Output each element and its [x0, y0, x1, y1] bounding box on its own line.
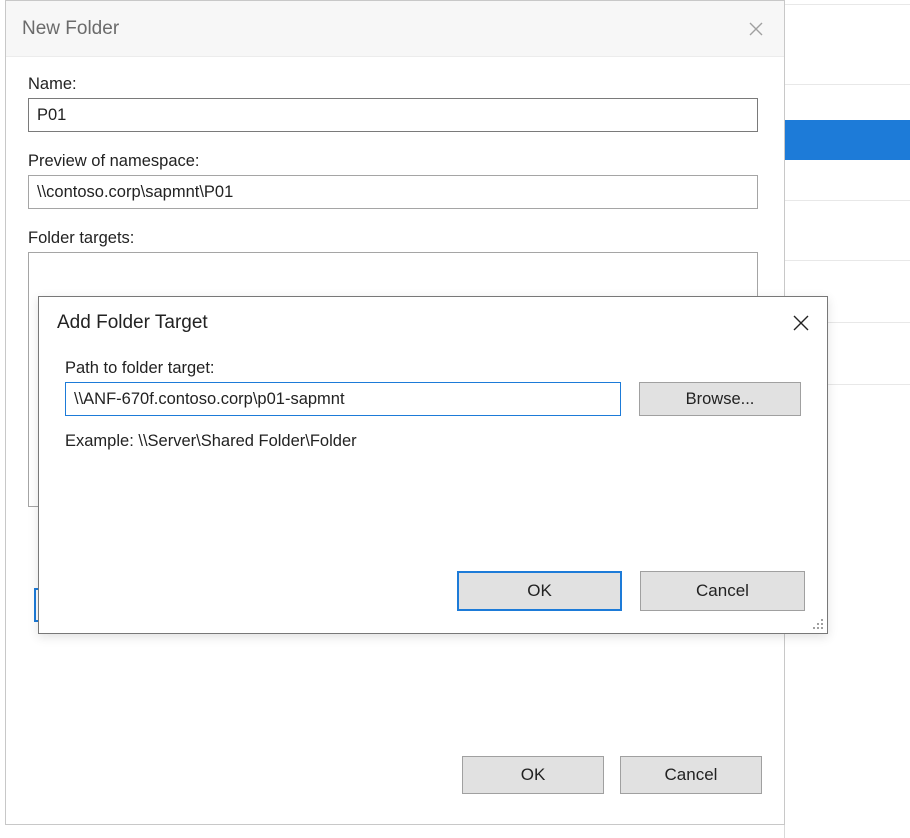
new-folder-cancel-button[interactable]: Cancel [620, 756, 762, 794]
add-target-titlebar[interactable]: Add Folder Target [39, 297, 827, 349]
example-text: Example: \\Server\Shared Folder\Folder [65, 432, 801, 451]
add-target-cancel-button[interactable]: Cancel [640, 571, 805, 611]
add-target-ok-button[interactable]: OK [457, 571, 622, 611]
new-folder-title: New Folder [22, 18, 119, 40]
preview-value: \\contoso.corp\sapmnt\P01 [37, 183, 233, 202]
folder-targets-label: Folder targets: [28, 229, 762, 248]
new-folder-ok-button[interactable]: OK [462, 756, 604, 794]
path-input[interactable] [65, 382, 621, 416]
path-label: Path to folder target: [65, 359, 801, 378]
add-folder-target-dialog: Add Folder Target Path to folder target:… [38, 296, 828, 634]
name-input[interactable] [28, 98, 758, 132]
close-icon[interactable] [740, 13, 772, 45]
preview-field: \\contoso.corp\sapmnt\P01 [28, 175, 758, 209]
resize-grip-icon[interactable] [809, 615, 823, 629]
close-icon[interactable] [785, 307, 817, 339]
new-folder-titlebar[interactable]: New Folder [6, 1, 784, 57]
name-label: Name: [28, 75, 762, 94]
add-target-title: Add Folder Target [57, 312, 208, 334]
browse-button[interactable]: Browse... [639, 382, 801, 416]
preview-label: Preview of namespace: [28, 152, 762, 171]
